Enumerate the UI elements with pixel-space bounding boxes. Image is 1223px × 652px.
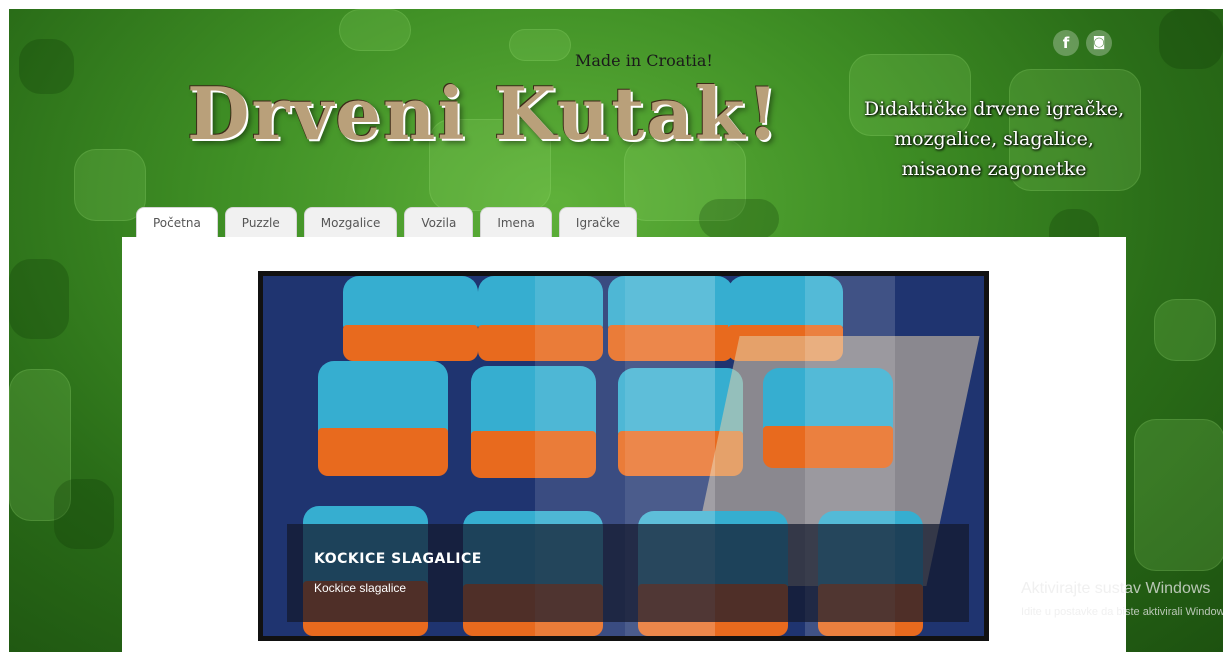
windows-activation-watermark: Aktivirajte sustav Windows <box>1021 580 1211 597</box>
slide-caption-title: KOCKICE SLAGALICE <box>314 551 482 567</box>
slide-caption-text: Kockice slagalice <box>314 581 407 595</box>
tagline-line-2: mozgalice, slagalice, <box>894 128 1094 150</box>
tab-puzzle[interactable]: Puzzle <box>224 207 297 237</box>
main-navigation: Početna Puzzle Mozgalice Vozila Imena Ig… <box>136 207 637 237</box>
tagline-line-3: misaone zagonetke <box>901 158 1087 180</box>
site-logo[interactable]: Drveni Kutak! <box>187 71 781 156</box>
slide-caption: KOCKICE SLAGALICE Kockice slagalice <box>287 524 969 622</box>
image-slider[interactable]: KOCKICE SLAGALICE Kockice slagalice <box>258 271 989 641</box>
windows-activation-hint: Idite u postavke da biste aktivirali Win… <box>1021 606 1223 618</box>
facebook-icon[interactable]: f <box>1053 30 1079 56</box>
tab-pocetna[interactable]: Početna <box>136 207 218 237</box>
page-background: f ◙ Made in Croatia! Drveni Kutak! Didak… <box>9 9 1223 652</box>
instagram-icon[interactable]: ◙ <box>1086 30 1112 56</box>
tab-igracke[interactable]: Igračke <box>558 207 637 237</box>
tab-mozgalice[interactable]: Mozgalice <box>303 207 398 237</box>
tagline-line-1: Didaktičke drvene igračke, <box>863 98 1125 120</box>
tagline: Didaktičke drvene igračke, mozgalice, sl… <box>844 94 1144 184</box>
tab-imena[interactable]: Imena <box>480 207 552 237</box>
tab-vozila[interactable]: Vozila <box>404 207 474 237</box>
main-content: KOCKICE SLAGALICE Kockice slagalice <box>122 237 1126 652</box>
slide-image: KOCKICE SLAGALICE Kockice slagalice <box>263 276 984 636</box>
made-in-label: Made in Croatia! <box>575 51 713 70</box>
